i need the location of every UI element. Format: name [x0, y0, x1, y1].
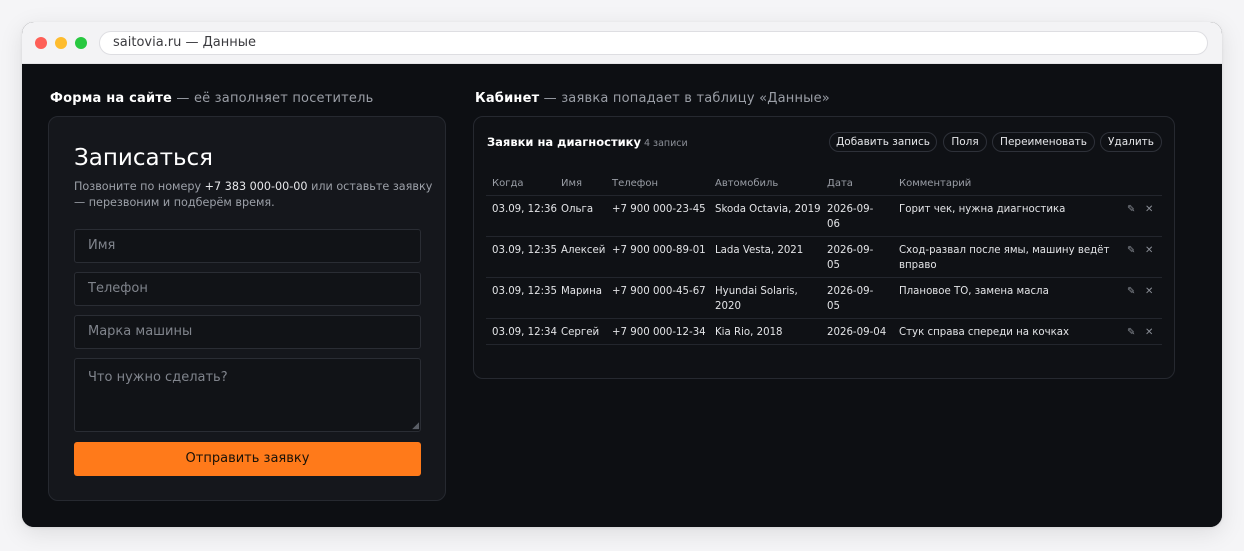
- column-header-car[interactable]: Автомобиль: [715, 178, 778, 189]
- requests-table-card: Заявки на диагностику 4 записи Добавить з…: [473, 116, 1175, 379]
- cell-car: Hyundai Solaris, 2020: [715, 286, 798, 312]
- column-header-comment[interactable]: Комментарий: [899, 178, 971, 189]
- column-header-when[interactable]: Когда: [492, 178, 524, 189]
- edit-row-icon[interactable]: ✎: [1127, 327, 1135, 338]
- cell-when: 03.09, 12:36: [492, 204, 558, 215]
- form-section-title-bold: Форма на сайте: [50, 91, 173, 106]
- column-header-date[interactable]: Дата: [827, 178, 853, 189]
- phone-input[interactable]: Телефон: [74, 272, 421, 306]
- resize-handle-icon[interactable]: ◢: [412, 422, 419, 431]
- browser-window: saitovia.ru — Данные Форма на сайте — её…: [22, 22, 1222, 527]
- close-window-button[interactable]: [35, 37, 47, 49]
- cell-car: Skoda Octavia, 2019: [715, 204, 821, 215]
- maximize-window-button[interactable]: [75, 37, 87, 49]
- cabinet-section-title-rest: — заявка попадает в таблицу «Данные»: [539, 91, 830, 106]
- cell-car: Kia Rio, 2018: [715, 327, 783, 338]
- add-record-button[interactable]: Добавить запись: [829, 132, 937, 152]
- delete-row-icon[interactable]: ✕: [1145, 204, 1153, 215]
- cell-when: 03.09, 12:35: [492, 245, 558, 256]
- edit-row-icon[interactable]: ✎: [1127, 245, 1135, 256]
- table-title-text: Заявки на диагностику: [487, 135, 641, 149]
- form-section-title: Форма на сайте — её заполняет посетитель: [50, 91, 374, 106]
- form-heading: Записаться: [74, 145, 213, 171]
- row-divider: [486, 277, 1162, 278]
- cell-date: 2026-09-06: [827, 204, 874, 230]
- cell-comment: Сход-развал после ямы, машину ведёт впра…: [899, 245, 1110, 271]
- cell-date: 2026-09-05: [827, 286, 874, 312]
- cell-comment: Стук справа спереди на кочках: [899, 327, 1070, 338]
- cell-phone: +7 900 000-23-45: [612, 204, 706, 215]
- cell-when: 03.09, 12:35: [492, 286, 558, 297]
- cell-phone: +7 900 000-12-34: [612, 327, 706, 338]
- cell-phone: +7 900 000-45-67: [612, 286, 706, 297]
- page-content: Форма на сайте — её заполняет посетитель…: [22, 64, 1222, 527]
- cell-name: Марина: [561, 286, 603, 297]
- subtitle-text-before: Позвоните по номеру: [74, 180, 205, 193]
- cell-when: 03.09, 12:34: [492, 327, 558, 338]
- header-divider: [486, 195, 1162, 196]
- edit-row-icon[interactable]: ✎: [1127, 204, 1135, 215]
- edit-row-icon[interactable]: ✎: [1127, 286, 1135, 297]
- row-divider: [486, 344, 1162, 345]
- cell-car: Lada Vesta, 2021: [715, 245, 804, 256]
- form-subtitle: Позвоните по номеру +7 383 000-00-00 или…: [74, 179, 434, 211]
- cabinet-section-title-bold: Кабинет: [475, 91, 540, 106]
- submit-request-button[interactable]: Отправить заявку: [74, 442, 421, 476]
- cabinet-section-title: Кабинет — заявка попадает в таблицу «Дан…: [475, 91, 830, 106]
- request-textarea[interactable]: Что нужно сделать? ◢: [74, 358, 421, 432]
- row-divider: [486, 236, 1162, 237]
- delete-table-button[interactable]: Удалить: [1100, 132, 1162, 152]
- column-header-name[interactable]: Имя: [561, 178, 582, 189]
- cell-name: Ольга: [561, 204, 594, 215]
- rename-button[interactable]: Переименовать: [992, 132, 1095, 152]
- cell-comment: Горит чек, нужна диагностика: [899, 204, 1066, 215]
- column-header-phone[interactable]: Телефон: [612, 178, 658, 189]
- delete-row-icon[interactable]: ✕: [1145, 327, 1153, 338]
- browser-titlebar: saitovia.ru — Данные: [22, 22, 1222, 64]
- delete-row-icon[interactable]: ✕: [1145, 286, 1153, 297]
- cell-name: Алексей: [561, 245, 606, 256]
- delete-row-icon[interactable]: ✕: [1145, 245, 1153, 256]
- form-section-title-rest: — её заполняет посетитель: [172, 91, 374, 106]
- row-divider: [486, 318, 1162, 319]
- name-input[interactable]: Имя: [74, 229, 421, 263]
- minimize-window-button[interactable]: [55, 37, 67, 49]
- table-title: Заявки на диагностику 4 записи: [487, 135, 688, 149]
- signup-form: Записаться Позвоните по номеру +7 383 00…: [48, 116, 446, 501]
- car-brand-input[interactable]: Марка машины: [74, 315, 421, 349]
- record-count: 4 записи: [643, 138, 688, 149]
- cell-date: 2026-09-04: [827, 327, 887, 338]
- fields-button[interactable]: Поля: [943, 132, 987, 152]
- address-bar[interactable]: saitovia.ru — Данные: [99, 31, 1208, 55]
- phone-link[interactable]: +7 383 000-00-00: [205, 180, 308, 193]
- request-textarea-placeholder: Что нужно сделать?: [88, 370, 228, 385]
- cell-name: Сергей: [561, 327, 600, 338]
- cell-comment: Плановое ТО, замена масла: [899, 286, 1049, 297]
- cell-phone: +7 900 000-89-01: [612, 245, 706, 256]
- cell-date: 2026-09-05: [827, 245, 874, 271]
